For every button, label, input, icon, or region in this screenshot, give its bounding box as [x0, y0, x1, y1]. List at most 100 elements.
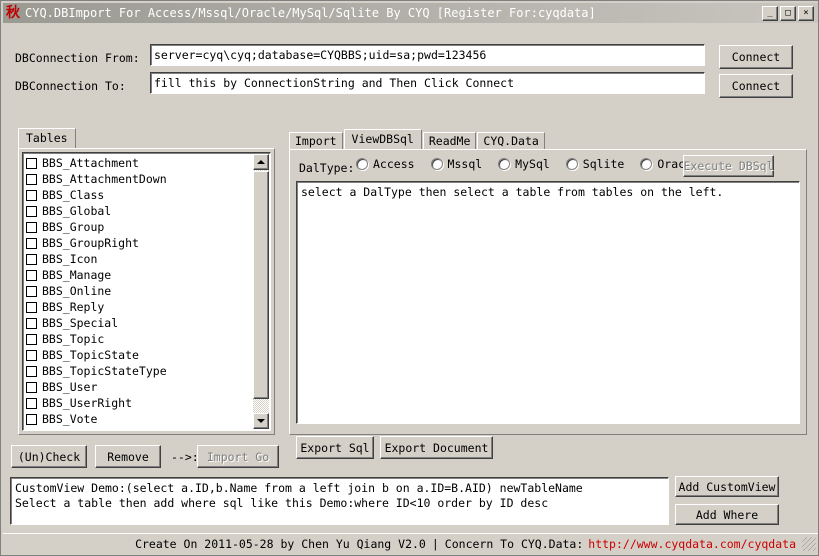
checkbox-icon[interactable] — [26, 365, 37, 377]
tables-listbox[interactable]: BBS_Attachment BBS_AttachmentDown BBS_Clas… — [22, 152, 271, 431]
tables-list: BBS_Attachment BBS_AttachmentDown BBS_Clas… — [26, 155, 251, 427]
dbconnection-to-input[interactable]: fill this by ConnectionString and Then C… — [150, 72, 705, 94]
list-item[interactable]: BBS_Attachment — [26, 155, 251, 171]
customview-textarea[interactable]: CustomView Demo:(select a.ID,b.Name from… — [10, 477, 669, 525]
checkbox-icon[interactable] — [26, 301, 37, 313]
checkbox-icon[interactable] — [26, 349, 37, 361]
export-document-button[interactable]: Export Document — [380, 436, 493, 459]
radio-icon[interactable] — [356, 158, 368, 170]
maximize-icon[interactable]: □ — [780, 5, 796, 21]
export-sql-button[interactable]: Export Sql — [296, 436, 374, 459]
checkbox-icon[interactable] — [26, 269, 37, 281]
list-item-label: BBS_Global — [42, 204, 112, 218]
tables-scrollbar[interactable] — [253, 154, 269, 429]
scroll-down-icon[interactable] — [253, 413, 269, 429]
list-item-label: BBS_Vote — [42, 412, 98, 426]
window-controls: _ □ × — [762, 5, 814, 21]
checkbox-icon[interactable] — [26, 317, 37, 329]
checkbox-icon[interactable] — [26, 173, 37, 185]
scroll-up-icon[interactable] — [253, 154, 269, 170]
add-customview-button[interactable]: Add CustomView — [675, 476, 779, 497]
checkbox-icon[interactable] — [26, 237, 37, 249]
list-item[interactable]: BBS_Manage — [26, 267, 251, 283]
radio-access[interactable]: Access — [356, 157, 415, 171]
list-item-label: BBS_Icon — [42, 252, 98, 266]
list-item[interactable]: BBS_TopicStateType — [26, 363, 251, 379]
uncheck-button[interactable]: (Un)Check — [11, 445, 87, 468]
checkbox-icon[interactable] — [26, 253, 37, 265]
app-icon: 秋 — [6, 5, 20, 21]
checkbox-icon[interactable] — [26, 221, 37, 233]
list-item[interactable]: BBS_UserRight — [26, 395, 251, 411]
list-item[interactable]: BBS_Vote — [26, 411, 251, 427]
list-item-label: BBS_Topic — [42, 332, 105, 346]
list-item[interactable]: BBS_Class — [26, 187, 251, 203]
tab-viewdbsql[interactable]: ViewDBSql — [343, 129, 422, 149]
dbconnection-to-label: DBConnection To: — [15, 79, 126, 93]
status-bar: Create On 2011-05-28 by Chen Yu Qiang V2… — [3, 533, 818, 553]
radio-icon[interactable] — [430, 158, 443, 170]
list-item-label: BBS_Online — [42, 284, 112, 298]
tab-cyq-data[interactable]: CYQ.Data — [477, 132, 545, 149]
list-item[interactable]: BBS_Icon — [26, 251, 251, 267]
checkbox-icon[interactable] — [26, 157, 37, 169]
checkbox-icon[interactable] — [26, 413, 37, 425]
checkbox-icon[interactable] — [26, 205, 37, 217]
list-item-label: BBS_Special — [42, 316, 119, 330]
radio-mssql[interactable]: Mssql — [430, 157, 483, 171]
title-bar: 秋 CYQ.DBImport For Access/Mssql/Oracle/M… — [3, 3, 818, 23]
dbconnection-from-label: DBConnection From: — [15, 51, 140, 65]
list-item-label: BBS_Reply — [42, 300, 105, 314]
import-go-button[interactable]: Import Go — [197, 445, 279, 468]
status-link[interactable]: http://www.cyqdata.com/cyqdata — [588, 537, 796, 551]
list-item[interactable]: BBS_AttachmentDown — [26, 171, 251, 187]
checkbox-icon[interactable] — [26, 285, 37, 297]
checkbox-icon[interactable] — [26, 397, 37, 409]
scrollbar-thumb[interactable] — [253, 171, 269, 399]
checkbox-icon[interactable] — [26, 333, 37, 345]
list-item-label: BBS_AttachmentDown — [42, 172, 167, 186]
tables-tab-panel: BBS_Attachment BBS_AttachmentDown BBS_Clas… — [18, 148, 275, 435]
list-item-label: BBS_User — [42, 380, 98, 394]
tables-tabstrip: Tables — [18, 128, 77, 148]
radio-icon[interactable] — [640, 158, 653, 170]
radio-icon[interactable] — [498, 158, 511, 170]
sql-textarea[interactable]: select a DalType then select a table fro… — [296, 181, 800, 424]
list-item[interactable]: BBS_TopicState — [26, 347, 251, 363]
add-where-button[interactable]: Add Where — [675, 504, 779, 525]
execute-dbsql-button[interactable]: Execute DBSql — [683, 155, 774, 177]
dbconnection-from-input[interactable]: server=cyq\cyq;database=CYQBBS;uid=sa;pw… — [150, 44, 705, 66]
connect-from-button[interactable]: Connect — [719, 45, 793, 69]
application-window: 秋 CYQ.DBImport For Access/Mssql/Oracle/M… — [0, 0, 819, 556]
list-item[interactable]: BBS_Group — [26, 219, 251, 235]
list-item-label: BBS_Class — [42, 188, 105, 202]
list-item[interactable]: BBS_Special — [26, 315, 251, 331]
list-item-label: BBS_Manage — [42, 268, 112, 282]
close-icon[interactable]: × — [798, 5, 814, 21]
status-separator: | — [431, 536, 439, 551]
list-item[interactable]: BBS_Topic — [26, 331, 251, 347]
list-item[interactable]: BBS_Reply — [26, 299, 251, 315]
resize-grip-icon[interactable] — [802, 536, 816, 551]
window-title: CYQ.DBImport For Access/Mssql/Oracle/MyS… — [25, 6, 596, 20]
list-item-label: BBS_TopicStateType — [42, 364, 167, 378]
list-item[interactable]: BBS_Global — [26, 203, 251, 219]
radio-mysql[interactable]: MySql — [498, 157, 550, 171]
checkbox-icon[interactable] — [26, 381, 37, 393]
list-item[interactable]: BBS_Online — [26, 283, 251, 299]
radio-label: Mssql — [447, 157, 483, 171]
radio-icon[interactable] — [565, 158, 578, 170]
tab-readme[interactable]: ReadMe — [422, 132, 477, 149]
connect-to-button[interactable]: Connect — [719, 74, 793, 98]
radio-sqlite[interactable]: Sqlite — [565, 157, 624, 171]
transfer-arrow-label: -->: — [171, 450, 199, 464]
tab-import[interactable]: Import — [289, 132, 343, 149]
minimize-icon[interactable]: _ — [762, 5, 778, 21]
remove-button[interactable]: Remove — [95, 445, 161, 468]
checkbox-icon[interactable] — [26, 189, 37, 201]
radio-label: MySql — [515, 157, 550, 171]
list-item[interactable]: BBS_GroupRight — [26, 235, 251, 251]
tab-tables[interactable]: Tables — [18, 128, 76, 148]
list-item-label: BBS_UserRight — [42, 396, 133, 410]
list-item[interactable]: BBS_User — [26, 379, 251, 395]
